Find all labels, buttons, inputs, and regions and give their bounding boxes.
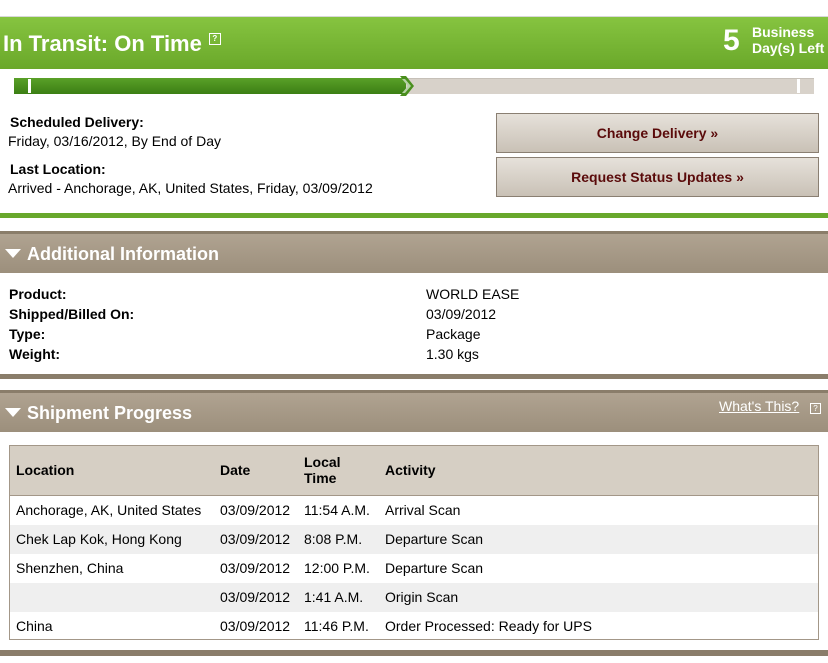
column-header-date: Date [214, 446, 298, 496]
cell-activity: Departure Scan [385, 531, 484, 547]
table-row: Chek Lap Kok, Hong Kong 03/09/2012 8:08 … [10, 524, 818, 554]
status-bar: In Transit: On Time? 5 Business Day(s) L… [0, 17, 828, 69]
green-divider [0, 213, 828, 218]
scheduled-delivery-value: Friday, 03/16/2012, By End of Day [8, 133, 221, 149]
cell-time: 8:08 P.M. [304, 531, 363, 547]
progress-tick-end [797, 79, 800, 93]
request-status-updates-button[interactable]: Request Status Updates » [496, 157, 819, 197]
column-header-activity: Activity [379, 446, 818, 496]
cell-date: 03/09/2012 [220, 502, 291, 518]
cell-time: 11:46 P.M. [304, 618, 369, 634]
shipment-progress-title: Shipment Progress [27, 403, 193, 423]
scheduled-delivery-label: Scheduled Delivery: [10, 114, 144, 130]
progress-arrow-icon [400, 76, 414, 96]
cell-time: 11:54 A.M. [304, 502, 370, 518]
cell-date: 03/09/2012 [220, 618, 291, 634]
cell-location: Chek Lap Kok, Hong Kong [16, 531, 182, 547]
table-row: Shenzhen, China 03/09/2012 12:00 P.M. De… [10, 554, 818, 583]
local-time-label: Local Time [304, 454, 341, 487]
cell-location: Shenzhen, China [16, 560, 124, 576]
progress-fill [14, 78, 406, 94]
cell-date: 03/09/2012 [220, 560, 291, 576]
bottom-divider [0, 650, 828, 656]
tan-divider [0, 374, 828, 379]
table-row: Anchorage, AK, United States 03/09/2012 … [10, 495, 818, 525]
last-location-value: Arrived - Anchorage, AK, United States, … [8, 180, 373, 196]
collapse-triangle-icon[interactable] [5, 408, 21, 417]
column-header-local-time: Local Time [298, 446, 379, 496]
type-label: Type: [9, 326, 46, 342]
cell-location: China [16, 618, 53, 634]
shipped-billed-value: 03/09/2012 [426, 306, 497, 322]
product-value: WORLD EASE [426, 286, 520, 302]
progress-tick-start [28, 79, 31, 93]
type-value: Package [426, 326, 481, 342]
collapse-triangle-icon[interactable] [5, 249, 21, 258]
whats-this-link[interactable]: What's This? [719, 398, 799, 414]
shipment-progress-table: Location Date Local Time Activity Anchor… [9, 445, 819, 640]
additional-information-header[interactable]: Additional Information [0, 231, 828, 273]
cell-location: Anchorage, AK, United States [16, 502, 202, 518]
last-location-label: Last Location: [10, 161, 106, 177]
cell-time: 1:41 A.M. [304, 589, 364, 605]
weight-value: 1.30 kgs [426, 346, 479, 362]
cell-date: 03/09/2012 [220, 589, 291, 605]
product-label: Product: [9, 286, 67, 302]
days-left-number: 5 [723, 24, 740, 57]
shipment-progress-header[interactable]: Shipment Progress [0, 390, 828, 432]
help-icon[interactable]: ? [810, 403, 821, 414]
change-delivery-button[interactable]: Change Delivery » [496, 113, 819, 153]
table-header-row: Location Date Local Time Activity [10, 446, 818, 496]
cell-date: 03/09/2012 [220, 531, 291, 547]
shipped-billed-label: Shipped/Billed On: [9, 306, 135, 322]
cell-time: 12:00 P.M. [304, 560, 370, 576]
cell-activity: Arrival Scan [385, 502, 461, 518]
column-header-location: Location [10, 446, 214, 496]
cell-activity: Origin Scan [385, 589, 459, 605]
days-left-line1: Business [752, 24, 815, 40]
table-row: 03/09/2012 1:41 A.M. Origin Scan [10, 582, 818, 612]
table-row: China 03/09/2012 11:46 P.M. Order Proces… [10, 612, 818, 641]
additional-information-title: Additional Information [27, 244, 219, 264]
status-title: In Transit: On Time? [3, 31, 221, 57]
cell-activity: Order Processed: Ready for UPS [385, 618, 592, 634]
cell-location [10, 583, 214, 612]
days-left-line2: Day(s) Left [752, 40, 825, 56]
status-title-text: In Transit: On Time [3, 31, 202, 56]
help-icon[interactable]: ? [208, 33, 221, 45]
cell-activity: Departure Scan [385, 560, 484, 576]
days-left-label: Business Day(s) Left [752, 24, 824, 56]
weight-label: Weight: [9, 346, 61, 362]
